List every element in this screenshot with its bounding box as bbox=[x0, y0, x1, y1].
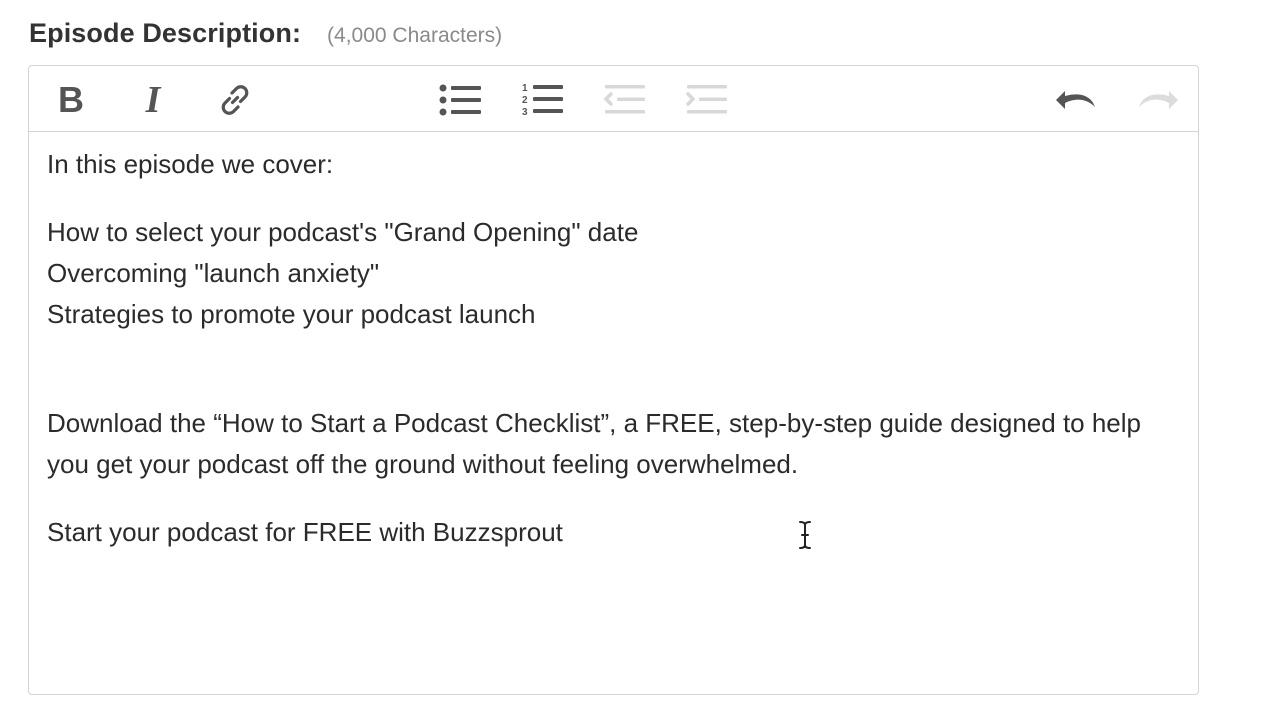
numbered-list-button[interactable]: 1 2 3 bbox=[519, 78, 567, 122]
numbered-list-icon: 1 2 3 bbox=[522, 83, 563, 118]
redo-icon bbox=[1139, 91, 1178, 109]
undo-icon bbox=[1056, 91, 1095, 109]
topic-line: How to select your podcast's "Grand Open… bbox=[47, 217, 639, 247]
topic-line: Overcoming "launch anxiety" bbox=[47, 258, 380, 288]
redo-button[interactable] bbox=[1134, 78, 1182, 122]
field-header: Episode Description: (4,000 Characters) bbox=[29, 18, 502, 49]
italic-icon: I bbox=[145, 83, 162, 117]
italic-button[interactable]: I bbox=[129, 78, 177, 122]
bulleted-list-button[interactable] bbox=[437, 78, 485, 122]
character-limit-hint: (4,000 Characters) bbox=[327, 24, 503, 47]
svg-text:I: I bbox=[145, 83, 162, 117]
outdent-icon bbox=[603, 85, 645, 114]
text-cursor-icon bbox=[799, 521, 811, 549]
download-paragraph: Download the “How to Start a Podcast Che… bbox=[47, 408, 1149, 479]
svg-text:2: 2 bbox=[522, 95, 528, 106]
cta-paragraph: Start your podcast for FREE with Buzzspr… bbox=[47, 517, 563, 547]
link-button[interactable] bbox=[211, 78, 259, 122]
bulleted-list-icon bbox=[439, 84, 481, 116]
rich-text-editor: B I 1 2 3 In this episode we cover: How … bbox=[28, 65, 1199, 695]
outdent-button[interactable] bbox=[601, 78, 649, 122]
svg-text:1: 1 bbox=[522, 83, 528, 94]
topic-line: Strategies to promote your podcast launc… bbox=[47, 299, 536, 329]
indent-button[interactable] bbox=[683, 78, 731, 122]
svg-text:B: B bbox=[58, 83, 84, 117]
bold-icon: B bbox=[58, 83, 84, 117]
indent-icon bbox=[686, 85, 727, 114]
editor-content[interactable]: In this episode we cover: How to select … bbox=[47, 144, 1168, 553]
undo-button[interactable] bbox=[1052, 78, 1100, 122]
bold-button[interactable]: B bbox=[47, 78, 95, 122]
svg-text:3: 3 bbox=[522, 107, 528, 118]
field-label: Episode Description: bbox=[29, 18, 302, 48]
editor-toolbar: B I 1 2 3 bbox=[29, 66, 1198, 132]
intro-paragraph: In this episode we cover: bbox=[47, 149, 334, 179]
link-icon bbox=[221, 85, 249, 115]
